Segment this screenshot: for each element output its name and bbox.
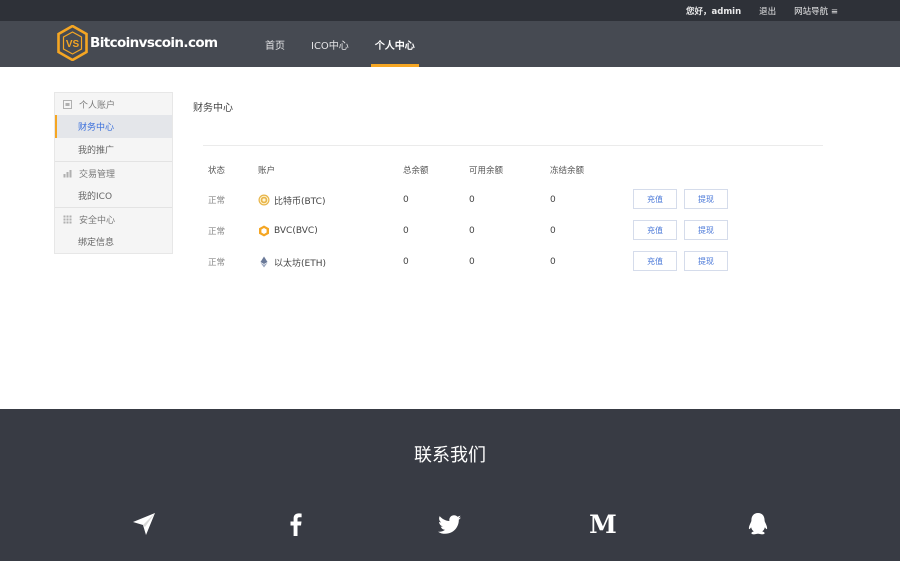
user-greeting[interactable]: 您好，admin [686,5,741,17]
row-status: 正常 [208,196,226,206]
chart-icon [63,169,72,177]
row-frozen: 0 [550,226,556,236]
row-total: 0 [403,195,409,205]
svg-text:M: M [589,511,617,537]
sidebar-item-promotion[interactable]: 我的推广 [55,138,172,161]
column-status: 状态 [208,166,226,176]
sidebar-group-title: 交易管理 [79,169,116,180]
btc-coin-icon [258,194,270,206]
table-row: 正常 比特币(BTC) 0 0 0 充值 提现 [208,189,728,211]
footer-title: 联系我们 [414,445,486,466]
row-account-name: 以太坊(ETH) [274,258,326,269]
row-available: 0 [469,257,475,267]
logo-mark-text: VS [66,39,80,50]
withdraw-button[interactable]: 提现 [684,251,728,271]
row-total: 0 [403,257,409,267]
site-nav-link[interactable]: 网站导航 ≡ [794,5,838,17]
row-available: 0 [469,226,475,236]
sidebar-group-title: 安全中心 [79,215,116,226]
table-row: 正常 BVC(BVC) 0 0 0 充值 提现 [208,220,728,242]
sidebar-item-finance[interactable]: 财务中心 [55,115,172,138]
sidebar-group-account: 个人账户 财务中心 我的推广 [55,93,172,161]
row-account: BVC(BVC) [258,220,318,242]
sidebar-group-trade: 交易管理 我的ICO [55,161,172,207]
row-status: 正常 [208,227,226,237]
bvc-coin-icon [259,225,269,237]
user-links: 您好，admin 退出 网站导航 ≡ [668,0,838,21]
main-header: VS Bitcoinvscoin.com 首页 ICO中心 个人中心 [0,21,900,67]
medium-icon[interactable]: M [589,510,617,538]
row-account-name: BVC(BVC) [274,226,318,236]
title-divider [203,145,823,146]
column-account: 账户 [258,166,276,176]
recharge-button[interactable]: 充值 [633,220,677,240]
sidebar: 个人账户 财务中心 我的推广 交易管理 我的ICO 安全中心 绑定信息 [54,92,173,254]
sidebar-group-header: 个人账户 [55,93,172,115]
row-status: 正常 [208,258,226,268]
column-total: 总余额 [403,166,429,176]
row-account: 比特币(BTC) [258,189,325,211]
withdraw-button[interactable]: 提现 [684,189,728,209]
sidebar-item-binding-info[interactable]: 绑定信息 [55,230,172,253]
site-name: Bitcoinvscoin.com [90,35,218,51]
sidebar-group-security: 安全中心 绑定信息 [55,207,172,253]
row-frozen: 0 [550,257,556,267]
row-frozen: 0 [550,195,556,205]
site-logo[interactable]: VS Bitcoinvscoin.com [57,25,218,61]
footer: 联系我们 M [0,409,900,561]
grid-icon [63,215,72,223]
top-bar: 您好，admin 退出 网站导航 ≡ [0,0,900,21]
facebook-icon[interactable] [282,510,310,538]
nav-ico-center[interactable]: ICO中心 [301,21,359,67]
account-icon [63,99,72,109]
logo-mark-icon: VS [57,25,88,61]
sidebar-item-my-ico[interactable]: 我的ICO [55,184,172,207]
row-account: 以太坊(ETH) [258,251,326,273]
content-area: 个人账户 财务中心 我的推广 交易管理 我的ICO 安全中心 绑定信息 财务中心… [0,67,900,409]
column-frozen: 冻结余额 [550,166,585,176]
withdraw-button[interactable]: 提现 [684,220,728,240]
nav-home[interactable]: 首页 [255,21,295,67]
twitter-icon[interactable] [436,510,464,538]
nav-personal-center[interactable]: 个人中心 [365,21,425,67]
row-total: 0 [403,226,409,236]
sidebar-group-title: 个人账户 [79,100,116,111]
row-account-name: 比特币(BTC) [274,196,326,207]
row-available: 0 [469,195,475,205]
logout-link[interactable]: 退出 [759,5,776,17]
main-nav: 首页 ICO中心 个人中心 [255,21,431,67]
sidebar-group-header: 交易管理 [55,162,172,184]
table-row: 正常 以太坊(ETH) 0 0 0 充值 提现 [208,251,728,273]
column-available: 可用余额 [469,166,504,176]
telegram-icon[interactable] [130,510,158,538]
recharge-button[interactable]: 充值 [633,189,677,209]
sidebar-group-header: 安全中心 [55,208,172,230]
eth-coin-icon [260,256,268,268]
qq-icon[interactable] [744,510,772,538]
recharge-button[interactable]: 充值 [633,251,677,271]
table-header: 状态 账户 总余额 可用余额 冻结余额 [208,164,728,176]
page-title: 财务中心 [193,103,233,114]
